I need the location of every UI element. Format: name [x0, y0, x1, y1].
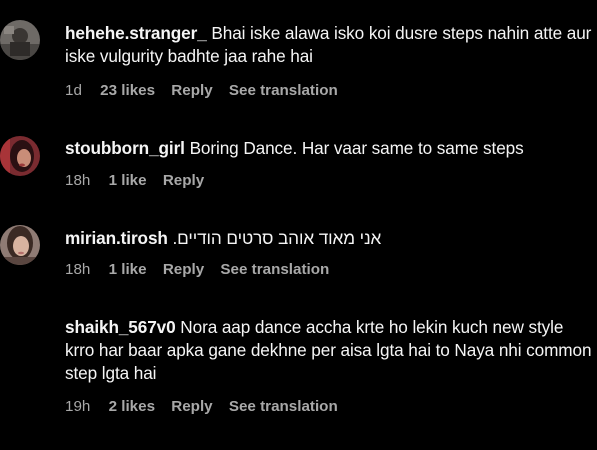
- reply-button[interactable]: Reply: [163, 261, 204, 278]
- avatar[interactable]: [0, 136, 40, 176]
- comment-time: 1d: [65, 82, 82, 99]
- comment-text-block: stoubborn_girl Boring Dance. Har vaar sa…: [65, 137, 593, 160]
- avatar[interactable]: [0, 312, 40, 352]
- comment-username[interactable]: shaikh_567v0: [65, 317, 176, 337]
- comment-username[interactable]: mirian.tirosh: [65, 228, 168, 248]
- comment-meta: 1d 23 likes Reply See translation: [65, 81, 350, 101]
- comment-likes[interactable]: 1 like: [109, 172, 147, 189]
- see-translation-button[interactable]: See translation: [229, 82, 338, 99]
- reply-button[interactable]: Reply: [171, 82, 212, 99]
- reply-button[interactable]: Reply: [171, 398, 212, 415]
- comment-text-block: mirian.tirosh אני מאוד אוהב סרטים הודיים…: [65, 227, 593, 250]
- comment-text: Boring Dance. Har vaar same to same step…: [189, 138, 524, 158]
- comment-username[interactable]: hehehe.stranger_: [65, 23, 207, 43]
- see-translation-button[interactable]: See translation: [220, 261, 329, 278]
- comment-text-block: shaikh_567v0 Nora aap dance accha krte h…: [65, 316, 593, 385]
- comment-meta: 18h 1 like Reply See translation: [65, 260, 341, 280]
- reply-button[interactable]: Reply: [163, 172, 204, 189]
- comment-text: אני מאוד אוהב סרטים הודיים.: [172, 228, 382, 248]
- comment-likes[interactable]: 1 like: [109, 261, 147, 278]
- comment-likes[interactable]: 23 likes: [100, 82, 155, 99]
- comment-time: 18h: [65, 261, 91, 278]
- comment-meta: 18h 1 like Reply: [65, 171, 216, 191]
- comment-time: 18h: [65, 172, 91, 189]
- comment-meta: 19h 2 likes Reply See translation: [65, 397, 350, 417]
- see-translation-button[interactable]: See translation: [229, 398, 338, 415]
- avatar[interactable]: [0, 225, 40, 265]
- comment-time: 19h: [65, 398, 91, 415]
- comment-text-block: hehehe.stranger_ Bhai iske alawa isko ko…: [65, 22, 593, 68]
- comment-username[interactable]: stoubborn_girl: [65, 138, 185, 158]
- comment-likes[interactable]: 2 likes: [109, 398, 155, 415]
- avatar[interactable]: [0, 20, 40, 60]
